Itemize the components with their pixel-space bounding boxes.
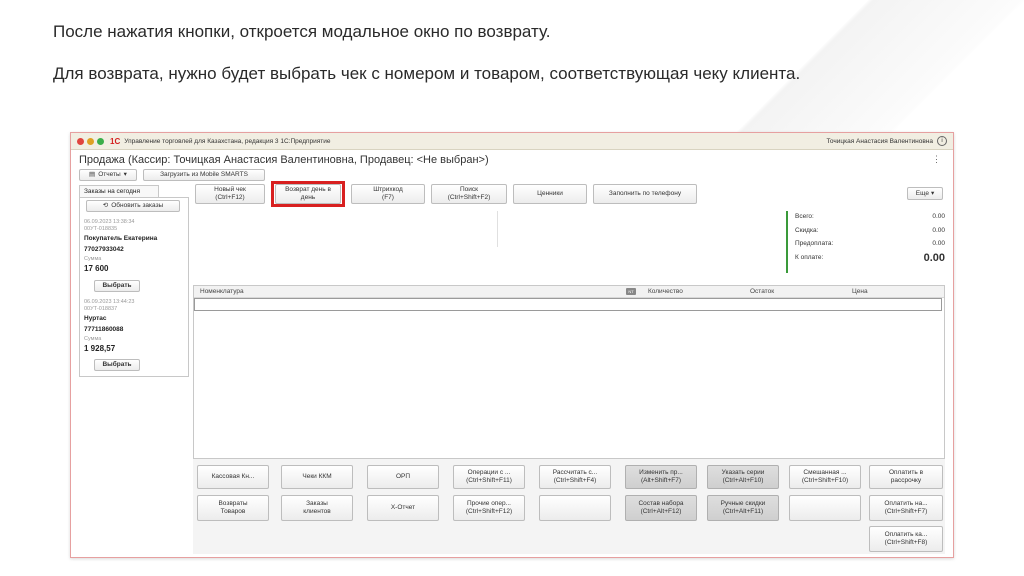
reports-button[interactable]: ▤ Отчеты ▾	[79, 169, 137, 181]
maximize-dot-icon[interactable]	[97, 137, 104, 145]
minimize-dot-icon[interactable]	[87, 137, 94, 145]
price-tags-button[interactable]: Ценники	[513, 184, 587, 204]
new-check-button[interactable]: Новый чек (Ctrl+F12)	[195, 184, 265, 204]
returns-button[interactable]: Возвраты Товаров	[197, 495, 269, 521]
caption-line-2: Для возврата, нужно будет выбрать чек с …	[53, 64, 801, 83]
chevron-down-icon: ▾	[123, 171, 127, 178]
title-bar: 1С Управление торговлей для Казахстана, …	[71, 133, 953, 150]
divider	[497, 211, 498, 247]
order-sum: 1 928,57	[84, 344, 116, 353]
order-phone: 77711860088	[84, 326, 124, 333]
tab-orders-today[interactable]: Заказы на сегодня	[79, 185, 159, 197]
pay-card-button[interactable]: Оплатить ка... (Ctrl+Shift+F8)	[869, 526, 943, 552]
nt-badge: NT	[626, 288, 636, 295]
order-sum-label: Сумма	[84, 336, 102, 342]
select-order-button[interactable]: Выбрать	[94, 280, 140, 292]
empty-button[interactable]	[789, 495, 861, 521]
orp-button[interactable]: ОРП	[367, 465, 439, 489]
topay-row: К оплате: 0.00	[795, 252, 945, 264]
order-sum-label: Сумма	[84, 256, 102, 262]
search-button[interactable]: Поиск (Ctrl+Shift+F2)	[431, 184, 507, 204]
user-name: Точицкая Анастасия Валентиновна	[826, 137, 933, 145]
pay-installment-button[interactable]: Оплатить в рассрочку	[869, 465, 943, 489]
chevron-down-icon: ▾	[930, 189, 935, 197]
operations-button[interactable]: Операции с ... (Ctrl+Shift+F11)	[453, 465, 525, 489]
more-button[interactable]: Еще ▾	[907, 187, 943, 200]
refresh-icon: ⟲	[102, 202, 109, 209]
app-window: 1С Управление торговлей для Казахстана, …	[70, 132, 954, 558]
load-mobile-smarts-button[interactable]: Загрузить из Mobile SMARTS	[143, 169, 265, 181]
order-date: 06.09.2023 13:44:23	[84, 299, 135, 305]
column-header[interactable]: Остаток	[750, 288, 774, 295]
info-icon[interactable]: i	[937, 136, 947, 146]
table-row[interactable]	[194, 298, 942, 311]
order-number: 00УТ-018837	[84, 306, 118, 312]
fill-by-phone-button[interactable]: Заполнить по телефону	[593, 184, 697, 204]
order-date: 06.09.2023 13:38:34	[84, 219, 135, 225]
order-number: 00УТ-018835	[84, 226, 118, 232]
empty-button[interactable]	[539, 495, 611, 521]
report-icon: ▤	[89, 171, 96, 178]
specify-series-button[interactable]: Указать серии (Ctrl+Alt+F10)	[707, 465, 779, 489]
prepay-row: Предоплата: 0.00	[795, 240, 945, 247]
highlight-box	[271, 181, 345, 207]
barcode-button[interactable]: Штрихкод (F7)	[351, 184, 425, 204]
calculate-button[interactable]: Рассчитать с... (Ctrl+Shift+F4)	[539, 465, 611, 489]
pay-on-button[interactable]: Оплатить на... (Ctrl+Shift+F7)	[869, 495, 943, 521]
refresh-orders-button[interactable]: ⟲ Обновить заказы	[86, 200, 180, 212]
order-phone: 77027933042	[84, 246, 124, 253]
change-button[interactable]: Изменить пр... (Alt+Shift+F7)	[625, 465, 697, 489]
column-header[interactable]: Цена	[852, 288, 868, 295]
kkm-checks-button[interactable]: Чеки ККМ	[281, 465, 353, 489]
totals-panel: Всего: 0.00 Скидка: 0.00 Предоплата: 0.00 К…	[786, 211, 948, 273]
order-client: Нуртас	[84, 315, 107, 322]
client-orders-button[interactable]: Заказы клиентов	[281, 495, 353, 521]
select-order-button[interactable]: Выбрать	[94, 359, 140, 371]
more-vert-icon[interactable]: ⋮	[932, 154, 941, 165]
cash-book-button[interactable]: Кассовая Кн...	[197, 465, 269, 489]
close-dot-icon[interactable]	[77, 137, 84, 145]
caption-line-1: После нажатия кнопки, откроется модально…	[53, 22, 551, 41]
orders-panel: ⟲ Обновить заказы 06.09.2023 13:38:34 00…	[79, 197, 189, 377]
mixed-payment-button[interactable]: Смешанная ... (Ctrl+Shift+F10)	[789, 465, 861, 489]
order-client: Покупатель Екатерина	[84, 235, 158, 242]
column-header[interactable]: Количество	[648, 288, 683, 295]
order-sum: 17 600	[84, 264, 109, 273]
set-composition-button[interactable]: Состав набора (Ctrl+Alt+F12)	[625, 495, 697, 521]
goods-table: Номенклатура NT Количество Остаток Цена	[193, 285, 945, 459]
table-header: Номенклатура NT Количество Остаток Цена	[194, 286, 944, 298]
other-operations-button[interactable]: Прочие опер... (Ctrl+Shift+F12)	[453, 495, 525, 521]
document-title: Продажа (Кассир: Точицкая Анастасия Вале…	[79, 154, 489, 166]
x-report-button[interactable]: Х-Отчет	[367, 495, 439, 521]
discount-row: Скидка: 0.00	[795, 227, 945, 234]
total-row: Всего: 0.00	[795, 213, 945, 220]
app-title: Управление торговлей для Казахстана, ред…	[124, 137, 331, 145]
1c-logo: 1С	[110, 136, 121, 146]
column-header[interactable]: Номенклатура	[200, 288, 244, 295]
manual-discounts-button[interactable]: Ручные скидки (Ctrl+Alt+F11)	[707, 495, 779, 521]
